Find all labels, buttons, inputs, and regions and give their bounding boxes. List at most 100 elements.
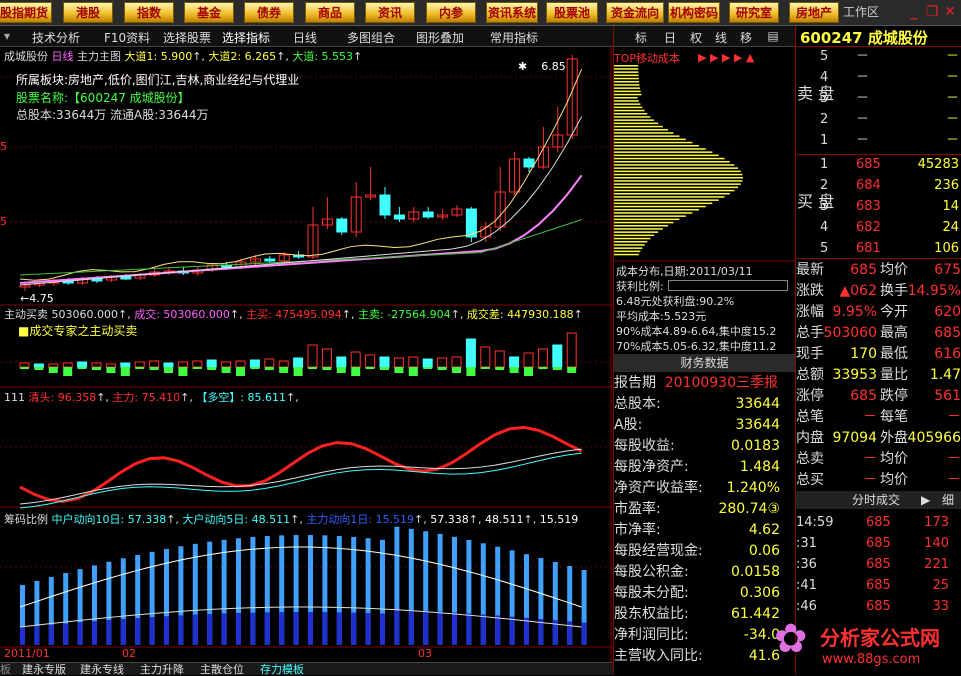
quote-value: 561 bbox=[934, 388, 961, 404]
toolbar-menu-icon[interactable]: ▾ bbox=[4, 29, 10, 43]
finance-title: 财务数据 bbox=[613, 354, 796, 372]
cost-bar bbox=[613, 74, 639, 77]
quote-value: 97094 bbox=[832, 430, 877, 446]
rights-button[interactable]: 权 bbox=[686, 29, 706, 46]
quote-value: 1.47 bbox=[929, 367, 961, 383]
level-price: 685 bbox=[856, 157, 881, 172]
cost-bar bbox=[613, 167, 739, 169]
tab-cunli-template[interactable]: 存力模板 bbox=[260, 663, 304, 676]
chip-bar-base bbox=[149, 617, 155, 645]
nav-research-button[interactable]: 研究室 bbox=[729, 2, 779, 23]
nav-capital-flow-button[interactable]: 资金流向 bbox=[606, 2, 664, 23]
nav-institution-button[interactable]: 机构密码 bbox=[668, 2, 720, 23]
tick-volume: 173 bbox=[924, 515, 949, 530]
volume-bar-sell bbox=[524, 367, 533, 376]
toolbar-select-stock[interactable]: 选择股票 bbox=[163, 29, 211, 46]
nav-news-system-button[interactable]: 资讯系统 bbox=[486, 2, 538, 23]
play-icon[interactable]: ▶ bbox=[921, 491, 930, 509]
high-price-label: ✱ 6.85 bbox=[518, 60, 566, 73]
nav-bond-button[interactable]: 债券 bbox=[244, 2, 294, 23]
nav-fund-button[interactable]: 基金 bbox=[184, 2, 234, 23]
cost-bar bbox=[613, 244, 645, 246]
volume-bar-sell bbox=[308, 367, 317, 369]
nav-stock-pool-button[interactable]: 股票池 bbox=[546, 2, 598, 23]
volume-bar bbox=[120, 362, 131, 368]
level-number: 1 bbox=[820, 133, 829, 148]
nav-hk-button[interactable]: 港股 bbox=[63, 2, 113, 23]
nav-futures-button[interactable]: 股指期货 bbox=[0, 2, 52, 23]
close-icon[interactable]: ✕ bbox=[942, 4, 958, 20]
chart-area[interactable]: 5 5 bbox=[0, 47, 613, 662]
tab-position[interactable]: 主散仓位 bbox=[200, 663, 244, 676]
toolbar-overlay[interactable]: 图形叠加 bbox=[416, 29, 464, 46]
move-button[interactable]: 移 bbox=[736, 29, 756, 46]
finance-label: 市盈率: bbox=[614, 501, 661, 517]
candle-body bbox=[523, 158, 535, 168]
cost-bar bbox=[613, 202, 713, 205]
line-button[interactable]: 线 bbox=[711, 29, 731, 46]
cost-bar bbox=[613, 170, 741, 173]
chip-bar-base bbox=[48, 624, 54, 645]
quote-row: 涨停 685 跌停 561 bbox=[796, 386, 961, 407]
quote-label: 涨幅 bbox=[796, 304, 824, 320]
toolbar-multi-chart[interactable]: 多图组合 bbox=[347, 29, 395, 46]
finance-label: 报告期 bbox=[614, 375, 656, 391]
nav-news-button[interactable]: 资讯 bbox=[365, 2, 415, 23]
level-price: － bbox=[856, 112, 870, 127]
finance-value: 0.0183 bbox=[731, 438, 780, 454]
volume-bar-sell bbox=[394, 367, 404, 373]
toolbar-common-indicator[interactable]: 常用指标 bbox=[490, 29, 538, 46]
quote-row: 总买－均价－ bbox=[796, 470, 961, 491]
tick-price: 685 bbox=[866, 515, 891, 530]
cost-bar bbox=[613, 250, 641, 253]
cost-bar bbox=[613, 119, 655, 121]
toolbar-tech-analysis[interactable]: 技术分析 bbox=[32, 29, 80, 46]
tick-row: 14:59 685 173 bbox=[796, 512, 961, 533]
tab-jianyong-edition[interactable]: 建永专版 bbox=[22, 663, 66, 676]
finance-value: 0.306 bbox=[739, 585, 780, 601]
minimize-icon[interactable]: _ bbox=[906, 4, 922, 20]
nav-commodity-button[interactable]: 商品 bbox=[305, 2, 355, 23]
sector-info: 所属板块:房地产,低价,图们江,吉林,商业经纪与代理业 bbox=[16, 73, 300, 87]
quote-label: 量比 bbox=[880, 367, 908, 383]
toolbar-daily[interactable]: 日线 bbox=[293, 29, 317, 46]
finance-value: 0.06 bbox=[748, 543, 780, 559]
chip-bar-base bbox=[408, 610, 414, 645]
stock-name-info: 股票名称:【600247 成城股份】 bbox=[16, 91, 190, 105]
page-icon[interactable]: ▤ bbox=[763, 29, 783, 43]
detail-button[interactable]: 细 bbox=[942, 491, 954, 509]
cost-bar bbox=[613, 157, 725, 160]
chip-bar-base bbox=[380, 613, 385, 645]
tab-jianyong-line[interactable]: 建永专线 bbox=[80, 663, 124, 676]
tick-time: :31 bbox=[796, 536, 817, 551]
day-button[interactable]: 日 bbox=[660, 29, 680, 46]
volume-bar bbox=[33, 363, 44, 368]
quote-value: 616 bbox=[934, 346, 961, 362]
nav-index-button[interactable]: 指数 bbox=[124, 2, 174, 23]
toolbar-select-indicator[interactable]: 选择指标 bbox=[222, 29, 270, 46]
level-volume: － bbox=[945, 91, 959, 106]
cost-bar bbox=[613, 231, 659, 233]
finance-row: A股: 33644 bbox=[614, 415, 794, 436]
mark-button[interactable]: 标 bbox=[631, 29, 651, 46]
quote-label: 今开 bbox=[880, 304, 908, 320]
nav-internal-button[interactable]: 内参 bbox=[426, 2, 476, 23]
volume-bar bbox=[379, 356, 390, 368]
toolbar-f10[interactable]: F10资料 bbox=[104, 29, 150, 46]
tab-main-force[interactable]: 主力升降 bbox=[140, 663, 184, 676]
cost-bar bbox=[613, 196, 725, 198]
nav-realestate-button[interactable]: 房地产 bbox=[789, 2, 839, 23]
chip-bar-base bbox=[178, 615, 184, 645]
finance-label: 净资产收益率: bbox=[614, 480, 703, 496]
cost-bar bbox=[613, 81, 640, 83]
cost-bar bbox=[613, 228, 663, 230]
chip-bar-base bbox=[452, 612, 457, 645]
sub1-values: 主动买卖 503060.000↑, 成交: 503060.000↑, 主买: 4… bbox=[4, 308, 583, 321]
restore-icon[interactable]: ❐ bbox=[924, 4, 940, 20]
volume-bar-sell bbox=[336, 367, 346, 373]
quote-label: 外盘 bbox=[880, 430, 908, 446]
cost-bar bbox=[613, 212, 693, 214]
volume-bar-sell bbox=[452, 367, 461, 373]
cost-bar bbox=[613, 247, 643, 249]
order-book-row: 1 685 45283 bbox=[796, 156, 961, 173]
